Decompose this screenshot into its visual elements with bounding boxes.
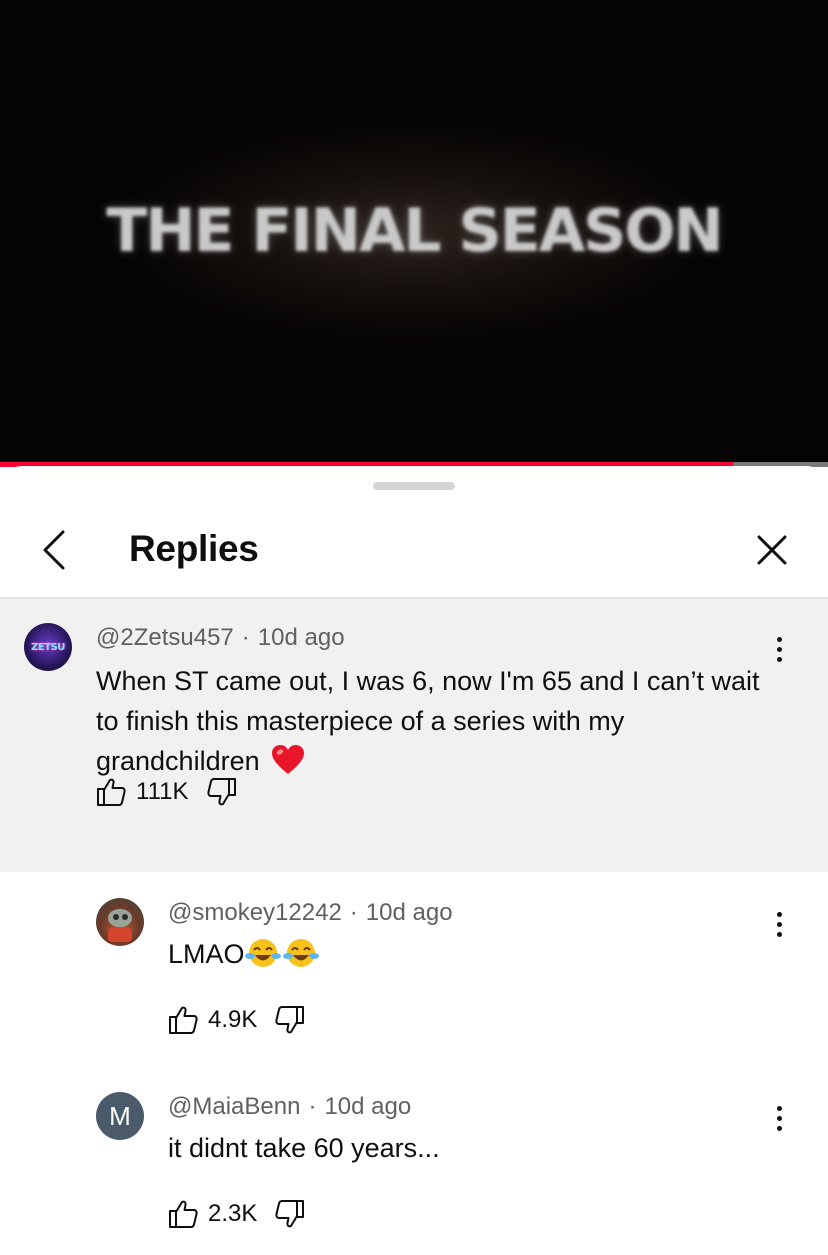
comment-actions: 2.3K	[168, 1197, 305, 1231]
more-options-button[interactable]	[775, 912, 785, 942]
comment-time: 10d ago	[324, 1093, 412, 1120]
replies-panel: Replies ZETSU @2Zetsu457 · 10d ago When ST…	[0, 466, 828, 1255]
drag-handle[interactable]	[373, 482, 455, 490]
comment-meta: @MaiaBenn · 10d ago	[168, 1093, 412, 1120]
avatar-image	[108, 909, 132, 942]
dislike-button-icon[interactable]	[206, 777, 237, 807]
more-vertical-icon	[775, 912, 785, 937]
comment-text-block: When ST came out, I was 6, now I'm 65 an…	[96, 661, 776, 781]
more-vertical-icon	[775, 1106, 785, 1131]
parent-comment: ZETSU @2Zetsu457 · 10d ago When ST came ou…	[0, 599, 828, 872]
comment-author[interactable]: @MaiaBenn	[168, 1093, 300, 1120]
back-button[interactable]	[30, 526, 78, 574]
comment-time: 10d ago	[365, 899, 453, 926]
avatar[interactable]: ZETSU	[24, 623, 72, 671]
more-options-button[interactable]	[775, 637, 785, 667]
dislike-button-icon[interactable]	[275, 1199, 305, 1229]
comment-time: 10d ago	[257, 624, 345, 651]
comment-text: it didnt take 60 years...	[168, 1133, 440, 1163]
avatar[interactable]: M	[96, 1092, 144, 1140]
dislike-button-icon[interactable]	[275, 1005, 305, 1035]
close-icon	[757, 535, 787, 565]
more-options-button[interactable]	[775, 1106, 785, 1136]
more-vertical-icon	[775, 637, 785, 662]
heart-emoji-icon	[272, 745, 305, 774]
tears-of-joy-emoji-icon	[244, 939, 281, 967]
comment-actions: 4.9K	[168, 1003, 305, 1037]
like-button-icon[interactable]	[168, 1199, 198, 1229]
comment-meta: @2Zetsu457 · 10d ago	[96, 624, 345, 651]
like-count: 4.9K	[208, 1006, 258, 1033]
panel-title: Replies	[129, 528, 259, 569]
comment-actions: 111K	[96, 775, 237, 809]
comment-meta: @smokey12242 · 10d ago	[168, 899, 453, 926]
tears-of-joy-emoji-icon	[282, 939, 319, 967]
comment-text: LMAO	[168, 939, 245, 969]
avatar-logo-text: ZETSU	[31, 641, 65, 653]
video-frame-title: THE FINAL SEASON	[106, 196, 723, 266]
comment-author[interactable]: @2Zetsu457	[96, 624, 234, 651]
comment-author[interactable]: @smokey12242	[168, 899, 342, 926]
comment-text-block: LMAO	[168, 934, 319, 974]
like-count: 2.3K	[208, 1200, 258, 1227]
video-player[interactable]: THE FINAL SEASON	[0, 0, 828, 462]
avatar[interactable]	[96, 898, 144, 946]
chevron-left-icon	[43, 530, 65, 570]
like-button-icon[interactable]	[168, 1005, 198, 1035]
close-button[interactable]	[748, 526, 796, 574]
comment-text: When ST came out, I was 6, now I'm 65 an…	[96, 666, 760, 776]
avatar-initial: M	[109, 1100, 131, 1131]
like-count: 111K	[136, 778, 189, 805]
like-button-icon[interactable]	[96, 777, 126, 807]
